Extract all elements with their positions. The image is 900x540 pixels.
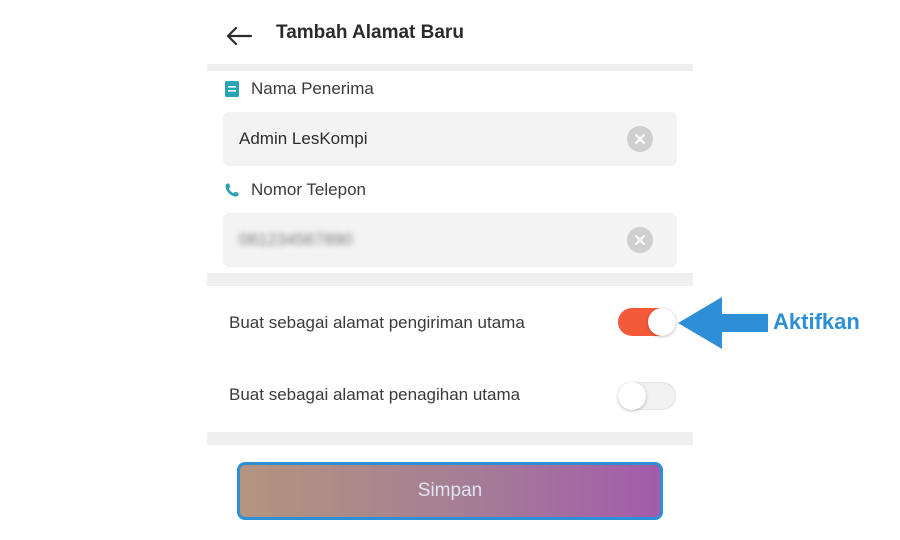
arrow-left-icon xyxy=(226,26,253,46)
default-billing-toggle[interactable] xyxy=(618,382,676,410)
back-button[interactable] xyxy=(223,20,255,52)
page-title: Tambah Alamat Baru xyxy=(276,22,464,43)
recipient-name-value: Admin LesKompi xyxy=(239,129,368,148)
phone-icon xyxy=(223,181,241,199)
divider xyxy=(207,273,693,286)
divider xyxy=(207,432,693,445)
contact-card-icon xyxy=(223,80,241,98)
clear-phone-button[interactable] xyxy=(627,227,653,253)
close-icon xyxy=(635,235,645,245)
app-header: Tambah Alamat Baru xyxy=(207,0,693,64)
default-shipping-label: Buat sebagai alamat pengiriman utama xyxy=(229,313,525,332)
default-shipping-toggle[interactable] xyxy=(618,308,676,336)
page: Tambah Alamat Baru Nama Penerima Admin L… xyxy=(0,0,900,540)
phone-label-text: Nomor Telepon xyxy=(251,180,366,199)
clear-recipient-button[interactable] xyxy=(627,126,653,152)
default-billing-label: Buat sebagai alamat penagihan utama xyxy=(229,385,521,404)
phone-label: Nomor Telepon xyxy=(223,180,366,200)
close-icon xyxy=(635,134,645,144)
toggle-knob xyxy=(648,308,676,336)
recipient-label: Nama Penerima xyxy=(223,79,374,99)
annotation-arrow-icon xyxy=(678,297,768,349)
recipient-label-text: Nama Penerima xyxy=(251,79,374,98)
save-button-label: Simpan xyxy=(417,480,483,501)
divider xyxy=(207,64,693,71)
annotation-label: Aktifkan xyxy=(773,309,860,334)
save-button[interactable]: Simpan xyxy=(237,462,663,520)
phone-number-value: 081234567890 xyxy=(239,230,353,249)
phone-number-field[interactable]: 081234567890 xyxy=(223,213,677,267)
toggle-knob xyxy=(618,382,646,410)
recipient-name-field[interactable]: Admin LesKompi xyxy=(223,112,677,166)
address-form-panel: Tambah Alamat Baru Nama Penerima Admin L… xyxy=(207,0,693,540)
